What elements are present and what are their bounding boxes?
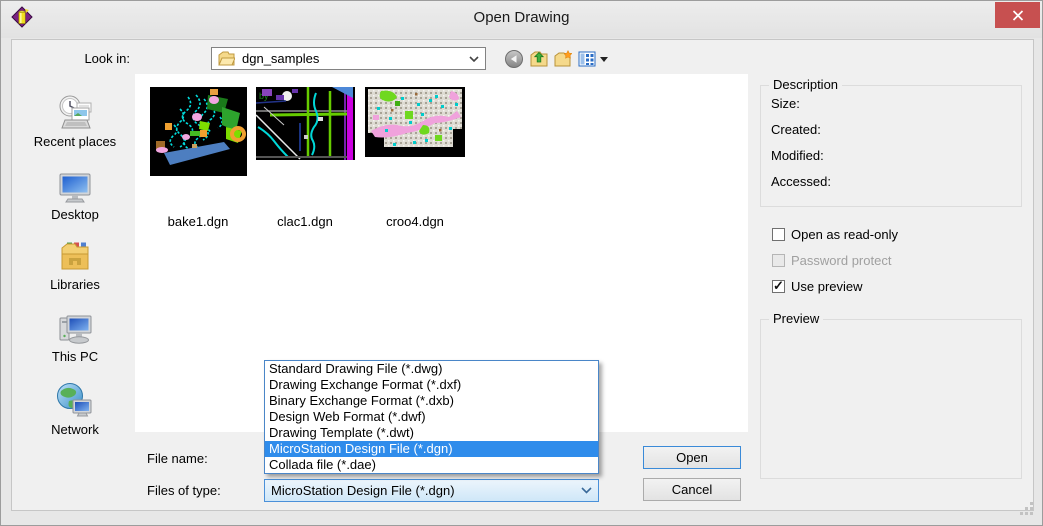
open-drawing-dialog: Open Drawing Look in: dgn_samples <box>0 0 1043 526</box>
sidebar-item-label: Recent places <box>16 134 134 149</box>
sidebar-item-label: This PC <box>16 349 134 364</box>
created-label: Created: <box>771 122 821 137</box>
folder-icon <box>218 51 235 66</box>
sidebar-item-libraries[interactable]: Libraries <box>16 237 134 292</box>
file-name-label: clac1.dgn <box>250 214 360 229</box>
dropdown-item-selected[interactable]: MicroStation Design File (*.dgn) <box>265 441 598 457</box>
file-type-dropdown-list: Standard Drawing File (*.dwg) Drawing Ex… <box>264 360 599 474</box>
file-name-field-label: File name: <box>147 451 208 466</box>
dialog-client-area: Look in: dgn_samples <box>11 39 1034 511</box>
preview-groupbox-title: Preview <box>769 311 823 326</box>
chevron-down-icon <box>581 487 592 494</box>
this-pc-icon <box>55 310 95 347</box>
sidebar-item-label: Network <box>16 422 134 437</box>
dropdown-item[interactable]: Drawing Template (*.dwt) <box>265 425 598 441</box>
file-name-label: bake1.dgn <box>143 214 253 229</box>
look-in-combobox[interactable]: dgn_samples <box>211 47 486 70</box>
chevron-down-icon <box>469 56 479 62</box>
size-label: Size: <box>771 96 800 111</box>
file-item-clac1[interactable]: by <box>250 87 360 247</box>
preview-groupbox: Preview <box>760 319 1022 479</box>
view-menu-caret-icon <box>600 57 608 62</box>
dropdown-item[interactable]: Standard Drawing File (*.dwg) <box>265 361 598 377</box>
password-protect-checkbox: Password protect <box>772 253 891 268</box>
checkbox-icon <box>772 280 785 293</box>
sidebar-item-desktop[interactable]: Desktop <box>16 168 134 222</box>
desktop-icon <box>55 168 95 205</box>
sidebar-item-network[interactable]: Network <box>16 382 134 437</box>
file-thumbnail: by <box>256 87 355 160</box>
files-of-type-combobox[interactable]: MicroStation Design File (*.dgn) <box>264 479 599 502</box>
page-title: Open Drawing <box>1 9 1042 26</box>
close-icon <box>1012 10 1024 21</box>
checkbox-label: Use preview <box>791 279 863 294</box>
checkbox-label: Open as read-only <box>791 227 898 242</box>
use-preview-checkbox[interactable]: Use preview <box>772 279 863 294</box>
recent-places-icon <box>55 94 95 132</box>
network-icon <box>55 382 95 420</box>
title-bar: Open Drawing <box>1 1 1042 38</box>
new-folder-button[interactable] <box>553 49 573 69</box>
description-groupbox: Description Size: Created: Modified: Acc… <box>760 85 1022 207</box>
view-menu-icon <box>578 50 596 68</box>
files-of-type-field-label: Files of type: <box>147 483 221 498</box>
open-as-read-only-checkbox[interactable]: Open as read-only <box>772 227 898 242</box>
sidebar-item-label: Libraries <box>16 277 134 292</box>
file-thumbnail <box>365 87 465 157</box>
sidebar-item-label: Desktop <box>16 207 134 222</box>
checkbox-icon <box>772 254 785 267</box>
resize-grip[interactable] <box>1020 502 1034 516</box>
close-button[interactable] <box>995 2 1040 28</box>
dropdown-item[interactable]: Binary Exchange Format (*.dxb) <box>265 393 598 409</box>
look-in-label: Look in: <box>42 51 130 66</box>
back-button[interactable] <box>504 49 524 69</box>
file-item-croo4[interactable]: croo4.dgn <box>360 87 470 247</box>
up-one-level-button[interactable] <box>529 49 549 69</box>
accessed-label: Accessed: <box>771 174 831 189</box>
view-menu-button[interactable] <box>578 49 610 69</box>
dropdown-item[interactable]: Collada file (*.dae) <box>265 457 598 473</box>
sidebar-item-this-pc[interactable]: This PC <box>16 310 134 364</box>
look-in-value: dgn_samples <box>242 51 469 66</box>
checkbox-label: Password protect <box>791 253 891 268</box>
file-name-label: croo4.dgn <box>360 214 470 229</box>
modified-label: Modified: <box>771 148 824 163</box>
sidebar-item-recent-places[interactable]: Recent places <box>16 94 134 149</box>
cancel-button[interactable]: Cancel <box>643 478 741 501</box>
open-button[interactable]: Open <box>643 446 741 469</box>
file-item-bake1[interactable]: bake1.dgn <box>143 87 253 247</box>
libraries-icon <box>55 237 95 275</box>
files-of-type-value: MicroStation Design File (*.dgn) <box>271 483 581 498</box>
description-groupbox-title: Description <box>769 77 842 92</box>
file-thumbnail <box>150 87 247 176</box>
dropdown-item[interactable]: Design Web Format (*.dwf) <box>265 409 598 425</box>
dropdown-item[interactable]: Drawing Exchange Format (*.dxf) <box>265 377 598 393</box>
checkbox-icon <box>772 228 785 241</box>
